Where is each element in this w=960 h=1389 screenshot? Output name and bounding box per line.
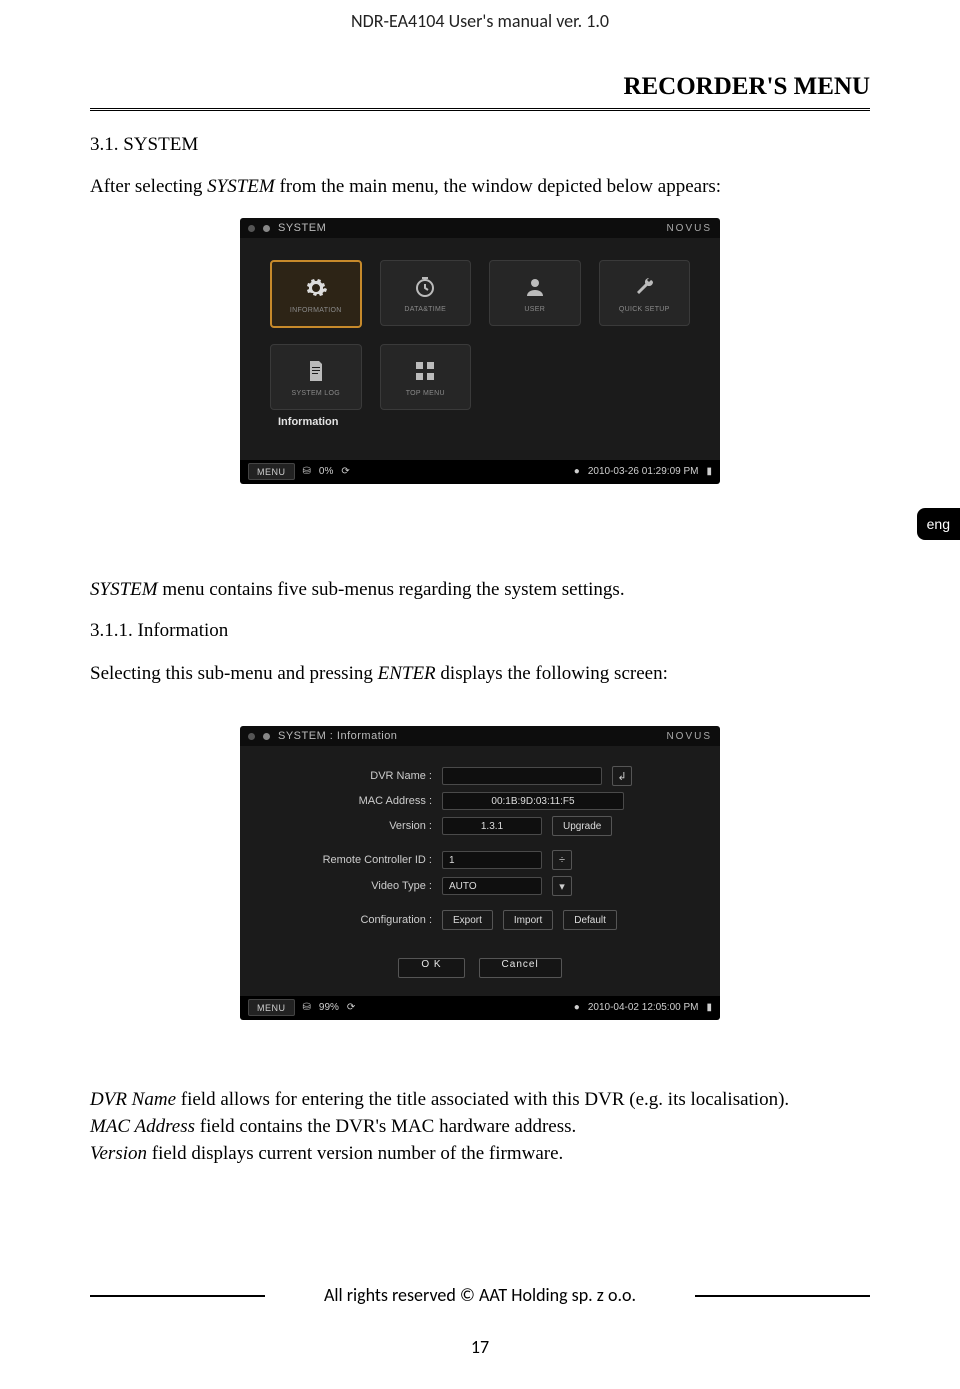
status-bar: MENU ⛁ 99% ⟳ ● 2010-04-02 12:05:00 PM ▮ bbox=[240, 996, 720, 1020]
blank bbox=[489, 344, 581, 408]
ok-button[interactable]: O K bbox=[398, 958, 464, 978]
status-bar: MENU ⛁ 0% ⟳ ● 2010-03-26 01:29:09 PM ▮ bbox=[240, 460, 720, 484]
rec-icon: ● bbox=[574, 466, 580, 477]
status-datetime: 2010-03-26 01:29:09 PM bbox=[588, 466, 699, 477]
breadcrumb: SYSTEM : Information bbox=[278, 730, 397, 742]
label-mac: MAC Address : bbox=[252, 795, 432, 807]
menu-item-information[interactable]: INFORMATION bbox=[270, 260, 362, 328]
menu-label: DATA&TIME bbox=[404, 306, 446, 313]
disk-pct: 0% bbox=[319, 466, 333, 477]
text: field contains the DVR's MAC hardware ad… bbox=[200, 1116, 576, 1137]
refresh-icon: ⟳ bbox=[347, 1002, 355, 1013]
video-type-select[interactable]: AUTO bbox=[442, 877, 542, 895]
menu-item-systemlog[interactable]: SYSTEM LOG bbox=[270, 344, 362, 410]
document-icon bbox=[303, 358, 329, 384]
battery-icon: ▮ bbox=[706, 466, 712, 477]
paragraph: After selecting SYSTEM from the main men… bbox=[90, 173, 870, 201]
menu-label: USER bbox=[524, 306, 545, 313]
paragraph: Selecting this sub-menu and pressing ENT… bbox=[90, 660, 870, 687]
chevron-down-icon[interactable]: ▾ bbox=[552, 876, 572, 896]
remote-id-input[interactable] bbox=[442, 851, 542, 869]
dot-icon bbox=[248, 225, 255, 232]
dot-icon bbox=[263, 225, 270, 232]
page-number: 17 bbox=[0, 1336, 960, 1358]
menu-label: QUICK SETUP bbox=[619, 306, 670, 313]
screenshot-information: SYSTEM : Information NOVUS DVR Name : ↲ … bbox=[240, 726, 720, 1020]
enter-icon[interactable]: ↲ bbox=[612, 766, 632, 786]
status-datetime: 2010-04-02 12:05:00 PM bbox=[588, 1002, 699, 1013]
label-dvr-name: DVR Name : bbox=[252, 770, 432, 782]
text: field displays current version number of… bbox=[152, 1143, 564, 1164]
dvr-titlebar: SYSTEM NOVUS bbox=[240, 218, 720, 238]
term-mac: MAC Address bbox=[90, 1116, 195, 1137]
menu-item-topmenu[interactable]: TOP MENU bbox=[380, 344, 472, 410]
paragraph: SYSTEM menu contains five sub-menus rega… bbox=[90, 576, 870, 603]
heading-3-1-1: 3.1.1. Information bbox=[90, 620, 228, 642]
wrench-icon bbox=[631, 274, 657, 300]
term-version: Version bbox=[90, 1143, 147, 1164]
clock-icon bbox=[412, 274, 438, 300]
version-value: 1.3.1 bbox=[442, 817, 542, 835]
label-video-type: Video Type : bbox=[252, 880, 432, 892]
menu-button[interactable]: MENU bbox=[248, 463, 295, 480]
selected-caption: Information bbox=[252, 410, 708, 428]
disk-pct: 99% bbox=[319, 1002, 339, 1013]
menu-label: SYSTEM LOG bbox=[291, 390, 340, 397]
text: from the main menu, the window depicted … bbox=[279, 176, 721, 197]
blank bbox=[599, 344, 691, 408]
dvr-titlebar: SYSTEM : Information NOVUS bbox=[240, 726, 720, 746]
menu-label: INFORMATION bbox=[290, 307, 342, 314]
import-button[interactable]: Import bbox=[503, 910, 553, 930]
disk-icon: ⛁ bbox=[303, 466, 311, 477]
refresh-icon: ⟳ bbox=[341, 466, 349, 477]
label-version: Version : bbox=[252, 820, 432, 832]
doc-header: NDR-EA4104 User's manual ver. 1.0 bbox=[0, 10, 960, 32]
mac-value: 00:1B:9D:03:11:F5 bbox=[442, 792, 624, 810]
label-remote-id: Remote Controller ID : bbox=[252, 854, 432, 866]
stepper-icon[interactable]: ÷ bbox=[552, 850, 572, 870]
language-tab[interactable]: eng bbox=[917, 508, 960, 540]
default-button[interactable]: Default bbox=[563, 910, 617, 930]
menu-label: TOP MENU bbox=[406, 390, 445, 397]
grid-icon bbox=[412, 358, 438, 384]
footer-text: All rights reserved © AAT Holding sp. z … bbox=[0, 1284, 960, 1306]
heading-3-1: 3.1. SYSTEM bbox=[90, 134, 198, 156]
dvr-name-input[interactable] bbox=[442, 767, 602, 785]
divider bbox=[90, 108, 870, 111]
text: Selecting this sub-menu and pressing bbox=[90, 663, 378, 684]
export-button[interactable]: Export bbox=[442, 910, 493, 930]
gear-icon bbox=[303, 275, 329, 301]
disk-icon: ⛁ bbox=[303, 1002, 311, 1013]
term-system: SYSTEM bbox=[90, 579, 158, 600]
text: menu contains five sub-menus regarding t… bbox=[162, 579, 624, 600]
breadcrumb: SYSTEM bbox=[278, 222, 326, 234]
menu-item-user[interactable]: USER bbox=[489, 260, 581, 326]
menu-item-quicksetup[interactable]: QUICK SETUP bbox=[599, 260, 691, 326]
menu-button[interactable]: MENU bbox=[248, 999, 295, 1016]
section-title: RECORDER'S MENU bbox=[623, 73, 870, 101]
brand-logo: NOVUS bbox=[666, 223, 712, 234]
dot-icon bbox=[263, 733, 270, 740]
battery-icon: ▮ bbox=[706, 1002, 712, 1013]
term-system: SYSTEM bbox=[207, 176, 275, 197]
rec-icon: ● bbox=[574, 1002, 580, 1013]
menu-item-datetime[interactable]: DATA&TIME bbox=[380, 260, 472, 326]
upgrade-button[interactable]: Upgrade bbox=[552, 816, 612, 836]
screenshot-system-menu: SYSTEM NOVUS INFORMATION DATA&TIME USER bbox=[240, 218, 720, 484]
text: After selecting bbox=[90, 176, 207, 197]
term-enter: ENTER bbox=[378, 663, 436, 684]
brand-logo: NOVUS bbox=[666, 731, 712, 742]
text: displays the following screen: bbox=[440, 663, 667, 684]
term-dvr-name: DVR Name bbox=[90, 1089, 176, 1110]
dot-icon bbox=[248, 733, 255, 740]
cancel-button[interactable]: Cancel bbox=[479, 958, 562, 978]
user-icon bbox=[522, 274, 548, 300]
paragraph: DVR Name field allows for entering the t… bbox=[90, 1086, 870, 1167]
label-config: Configuration : bbox=[252, 914, 432, 926]
text: field allows for entering the title asso… bbox=[181, 1089, 789, 1110]
